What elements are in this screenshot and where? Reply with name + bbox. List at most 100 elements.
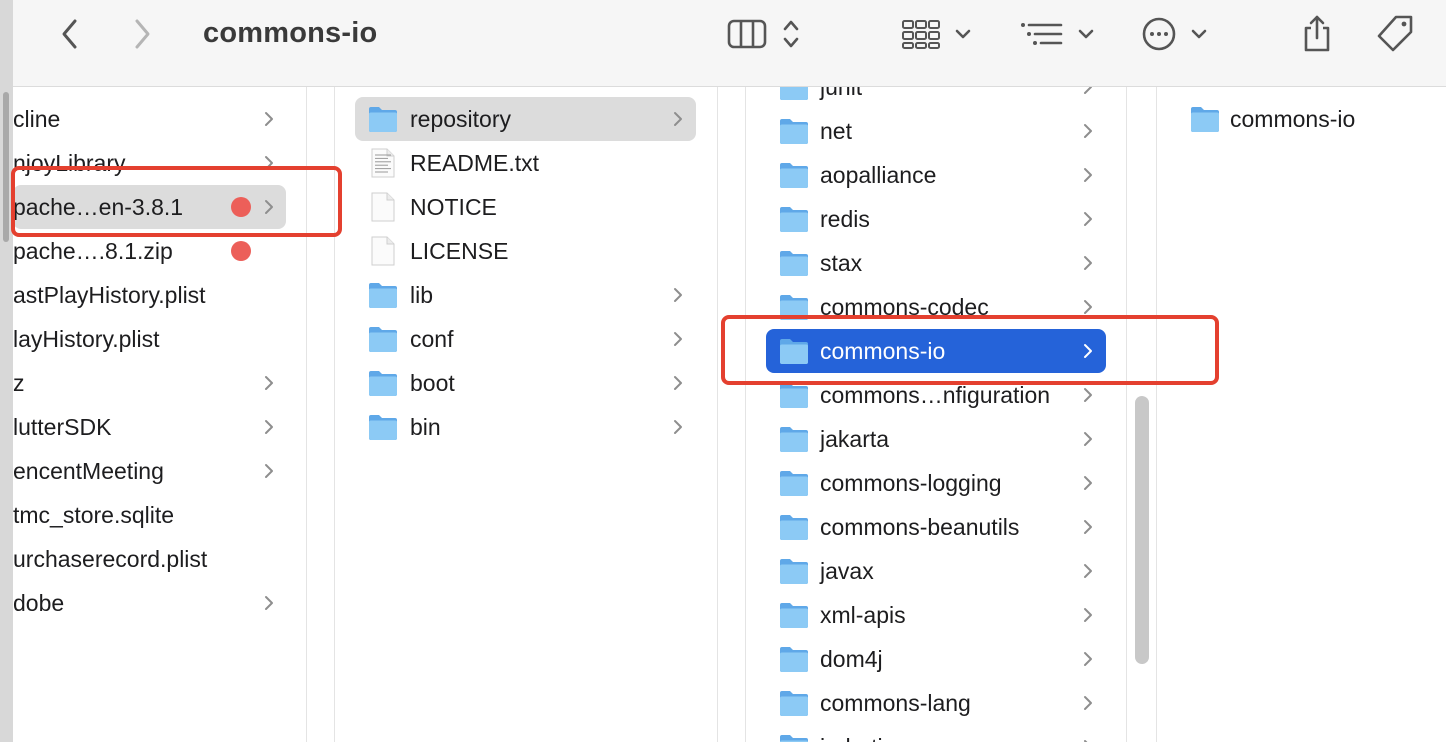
column-divider[interactable] — [1126, 87, 1127, 742]
chevron-right-icon — [1079, 197, 1097, 241]
document-icon — [367, 192, 399, 222]
chevron-right-icon — [260, 361, 278, 405]
list-item[interactable]: commons-logging — [766, 461, 1106, 505]
chevron-right-icon — [135, 19, 150, 49]
list-item[interactable]: stax — [766, 241, 1106, 285]
sidebar-edge — [0, 0, 13, 742]
tag-button[interactable] — [1373, 8, 1417, 60]
chevron-right-icon — [260, 405, 278, 449]
list-item[interactable]: NOTICE — [355, 185, 696, 229]
chevron-right-icon — [669, 273, 687, 317]
item-label: commons-lang — [820, 690, 971, 716]
view-columns-button[interactable] — [723, 8, 813, 60]
back-button[interactable] — [55, 8, 85, 60]
annotation-box — [11, 166, 342, 237]
folder-icon — [367, 104, 399, 134]
chevron-right-icon — [1079, 241, 1097, 285]
list-item[interactable]: conf — [355, 317, 696, 361]
list-item[interactable]: net — [766, 109, 1106, 153]
item-label: commons-io — [1230, 106, 1356, 132]
list-item[interactable]: junit — [766, 87, 1106, 109]
chevron-right-icon — [1079, 637, 1097, 681]
item-label: layHistory.plist — [13, 326, 160, 352]
folder-icon — [367, 280, 399, 310]
chevron-right-icon — [1079, 109, 1097, 153]
document-icon — [367, 236, 399, 266]
list-item[interactable]: joda-time — [766, 725, 1106, 742]
chevron-right-icon — [1079, 681, 1097, 725]
folder-icon — [778, 248, 810, 278]
list-item[interactable]: LICENSE — [355, 229, 696, 273]
item-label: redis — [820, 206, 870, 232]
list-item[interactable]: urchaserecord.plist — [13, 537, 286, 581]
chevron-right-icon — [1079, 87, 1097, 109]
list-item[interactable]: redis — [766, 197, 1106, 241]
item-label: boot — [410, 370, 455, 396]
list-item[interactable]: jakarta — [766, 417, 1106, 461]
chevron-right-icon — [1079, 417, 1097, 461]
group-button[interactable] — [893, 8, 983, 60]
chevron-right-icon — [260, 97, 278, 141]
list-item[interactable]: xml-apis — [766, 593, 1106, 637]
item-label: README.txt — [410, 150, 540, 176]
chevron-right-icon — [260, 449, 278, 493]
list-item[interactable]: repository — [355, 97, 696, 141]
column-divider[interactable] — [717, 87, 718, 742]
folder-icon — [1189, 104, 1221, 134]
chevron-right-icon — [669, 97, 687, 141]
list-item[interactable]: dom4j — [766, 637, 1106, 681]
chevron-right-icon — [1079, 461, 1097, 505]
sort-button[interactable] — [1013, 8, 1105, 60]
item-label: stax — [820, 250, 863, 276]
list-item[interactable]: cline — [13, 97, 286, 141]
folder-icon — [778, 688, 810, 718]
item-label: repository — [410, 106, 511, 132]
share-button[interactable] — [1297, 8, 1337, 60]
folder-icon — [778, 116, 810, 146]
chevron-right-icon — [1079, 153, 1097, 197]
column-3-scrollbar[interactable] — [1135, 396, 1149, 664]
list-item[interactable]: astPlayHistory.plist — [13, 273, 286, 317]
list-item[interactable]: layHistory.plist — [13, 317, 286, 361]
folder-icon — [778, 468, 810, 498]
more-button[interactable] — [1138, 8, 1218, 60]
sidebar-scrollbar[interactable] — [3, 92, 9, 242]
item-label: NOTICE — [410, 194, 497, 220]
folder-icon — [778, 87, 810, 102]
folder-icon — [778, 204, 810, 234]
list-item[interactable]: commons-lang — [766, 681, 1106, 725]
folder-icon — [367, 412, 399, 442]
list-item[interactable]: README.txt — [355, 141, 696, 185]
folder-icon — [778, 556, 810, 586]
column-3: junit net aopalliance redis stax commons-code… — [746, 87, 1126, 742]
list-item[interactable]: z — [13, 361, 286, 405]
forward-button[interactable] — [127, 8, 157, 60]
list-item[interactable]: commons-beanutils — [766, 505, 1106, 549]
folder-icon — [778, 424, 810, 454]
list-item[interactable]: encentMeeting — [13, 449, 286, 493]
column-4: commons-io — [1157, 87, 1446, 742]
red-tag-dot — [231, 241, 251, 261]
folder-icon — [778, 600, 810, 630]
list-item[interactable]: aopalliance — [766, 153, 1106, 197]
list-item[interactable]: bin — [355, 405, 696, 449]
chevron-right-icon — [1079, 593, 1097, 637]
list-item[interactable]: tmc_store.sqlite — [13, 493, 286, 537]
item-label: lutterSDK — [13, 414, 112, 440]
window-title: commons-io — [203, 17, 378, 49]
item-label: jakarta — [820, 426, 890, 452]
item-label: xml-apis — [820, 602, 906, 628]
toolbar: commons-io — [13, 0, 1446, 87]
list-item[interactable]: lutterSDK — [13, 405, 286, 449]
list-item[interactable]: commons-io — [1177, 97, 1427, 141]
list-item[interactable]: javax — [766, 549, 1106, 593]
item-label: commons-beanutils — [820, 514, 1020, 540]
list-item[interactable]: dobe — [13, 581, 286, 625]
grid-group-icon — [902, 20, 971, 49]
chevron-right-icon — [260, 581, 278, 625]
item-label: LICENSE — [410, 238, 509, 264]
list-item[interactable]: boot — [355, 361, 696, 405]
item-label: encentMeeting — [13, 458, 164, 484]
folder-icon — [778, 732, 810, 742]
list-item[interactable]: lib — [355, 273, 696, 317]
